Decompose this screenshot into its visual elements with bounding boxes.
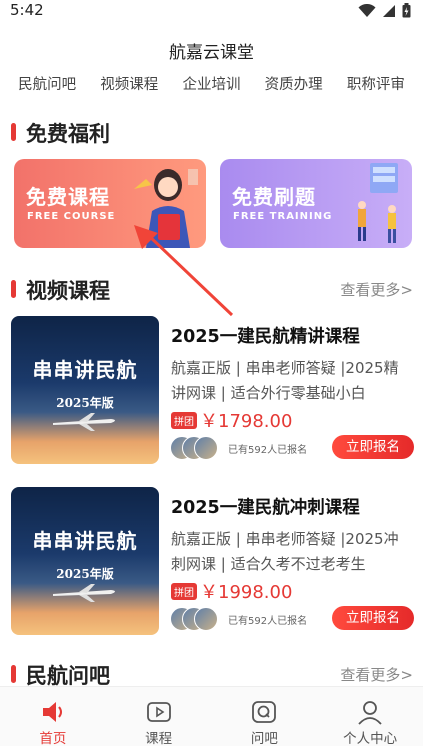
video-more-link[interactable]: 查看更多> (340, 279, 413, 300)
tab-label: 课程 (145, 731, 173, 747)
cover-year: 2025年版 (56, 567, 114, 581)
video-section-header: 视频课程 查看更多> (0, 275, 423, 305)
cover-title: 串串讲民航 (32, 358, 138, 382)
training-illustration-icon (358, 163, 398, 243)
status-icons (358, 3, 411, 18)
status-time: 5:42 (10, 1, 44, 19)
airplane-icon (53, 413, 115, 431)
app-title: 航嘉云课堂 (169, 43, 254, 63)
nav-item-enterprise-training[interactable]: 企业培训 (182, 73, 240, 94)
course-title[interactable]: 2025一建民航精讲课程 (171, 323, 360, 348)
course-title[interactable]: 2025一建民航冲刺课程 (171, 494, 360, 519)
course-price-row: 拼团 ￥1798.00 (171, 407, 292, 433)
nav-item-video-courses[interactable]: 视频课程 (100, 73, 158, 94)
cover-year: 2025年版 (56, 396, 114, 410)
welfare-section-title: 免费福利 (26, 122, 110, 146)
group-buy-badge: 拼团 (171, 411, 197, 429)
welfare-section-header: 免费福利 (0, 118, 423, 148)
enroll-count: 已有592人已报名 (228, 616, 308, 627)
signup-button[interactable]: 立即报名 (332, 606, 414, 630)
speaker-icon (42, 702, 62, 722)
signal-icon (383, 4, 395, 17)
qa-more-link[interactable]: 查看更多> (340, 664, 413, 685)
tab-label: 个人中心 (343, 731, 398, 747)
free-training-subtitle: FREE TRAINING (233, 211, 333, 222)
avatar (194, 607, 218, 631)
course-description: 航嘉正版 | 串串老师答疑 |2025冲刺网课 | 适合久考不过老考生 (171, 530, 399, 573)
enrolled-avatars (170, 607, 218, 631)
tab-profile[interactable]: 个人中心 (317, 687, 423, 747)
bottom-tab-bar: 首页 课程 问吧 个人中心 (0, 686, 423, 747)
user-icon (358, 701, 382, 725)
cover-title: 串串讲民航 (32, 529, 138, 553)
video-section-title: 视频课程 (26, 279, 110, 303)
free-training-title: 免费刷题 (232, 185, 316, 209)
play-icon (146, 702, 171, 722)
nav-item-title-review[interactable]: 职称评审 (347, 73, 405, 94)
section-marker (11, 665, 16, 683)
airplane-icon (53, 584, 115, 602)
enrolled-avatars (170, 436, 218, 460)
group-buy-badge: 拼团 (171, 582, 197, 600)
free-training-card[interactable]: 免费刷题 FREE TRAINING (220, 159, 412, 248)
arrow-annotation-icon (134, 225, 234, 317)
nav-item-qa[interactable]: 民航问吧 (18, 73, 76, 94)
tab-qa[interactable]: 问吧 (212, 687, 318, 747)
top-nav: 民航问吧 视频课程 企业培训 资质办理 职称评审 (0, 73, 423, 94)
battery-icon (402, 3, 411, 18)
tab-label: 问吧 (250, 731, 278, 747)
avatar (194, 436, 218, 460)
wifi-icon (358, 3, 376, 17)
section-marker (11, 123, 16, 141)
course-description: 航嘉正版 | 串串老师答疑 |2025精讲网课 | 适合外行零基础小白 (171, 359, 399, 402)
tab-label: 首页 (39, 731, 67, 747)
free-course-subtitle: FREE COURSE (27, 211, 116, 222)
course-price-row: 拼团 ￥1998.00 (171, 578, 292, 604)
course-price: ￥1798.00 (200, 411, 293, 432)
free-course-title: 免费课程 (26, 185, 110, 209)
enroll-count: 已有592人已报名 (228, 445, 308, 456)
signup-button[interactable]: 立即报名 (332, 435, 414, 459)
status-bar: 5:42 (0, 0, 423, 22)
question-icon (252, 701, 277, 723)
tab-home[interactable]: 首页 (0, 687, 106, 747)
course-price: ￥1998.00 (200, 582, 293, 603)
tab-courses[interactable]: 课程 (106, 687, 212, 747)
course-cover-image[interactable]: 串串讲民航 2025年版 (11, 316, 159, 464)
nav-item-qualification[interactable]: 资质办理 (265, 73, 323, 94)
course-cover-image[interactable]: 串串讲民航 2025年版 (11, 487, 159, 635)
section-marker (11, 280, 16, 298)
